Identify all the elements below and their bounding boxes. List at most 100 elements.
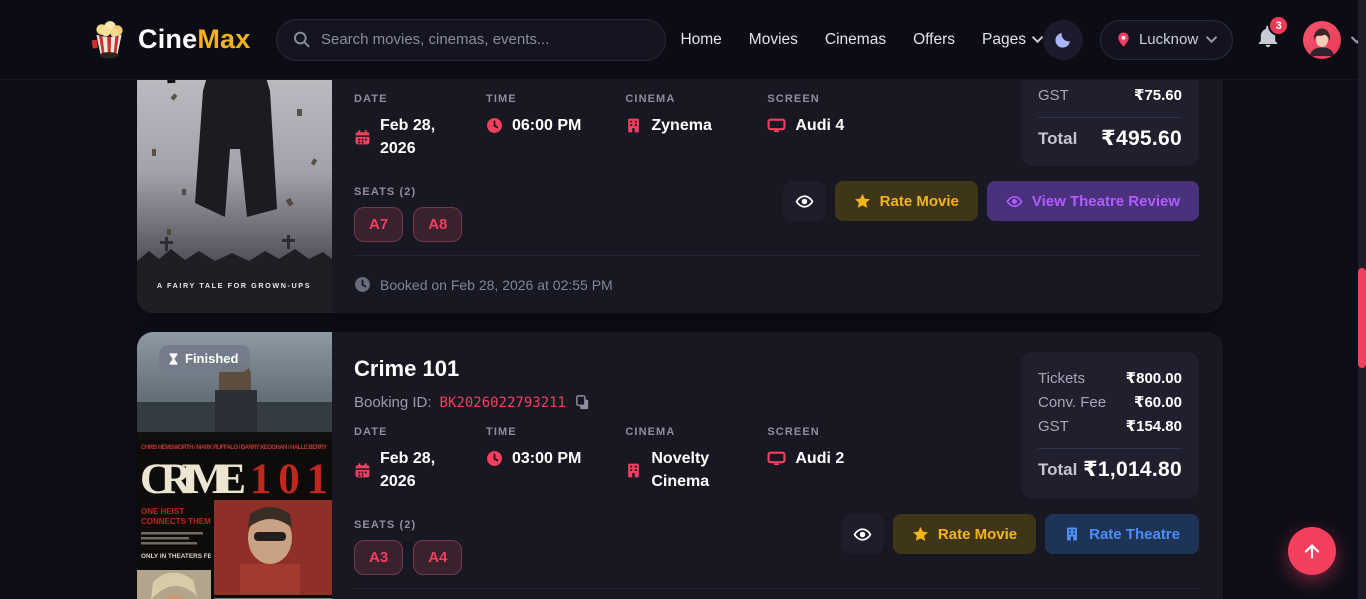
- price-row-gst: GST ₹75.60: [1038, 84, 1182, 108]
- cinema-building-icon: [625, 462, 642, 479]
- total-label: Total: [1038, 460, 1077, 480]
- cinema-label: CINEMA: [625, 426, 723, 438]
- time-value: 03:00 PM: [512, 447, 581, 470]
- arrow-up-icon: [1301, 540, 1323, 562]
- total-label: Total: [1038, 129, 1077, 149]
- booking-id-label: Booking ID:: [354, 394, 432, 411]
- calendar-icon: [354, 462, 371, 479]
- calendar-icon: [354, 129, 371, 146]
- date-value: Feb 28, 2026: [380, 447, 442, 493]
- screen-label: SCREEN: [767, 426, 844, 438]
- clock-icon: [354, 276, 371, 293]
- booked-note-row: Booked on Feb 28, 2026 at 02:55 PM: [354, 255, 1199, 313]
- user-menu[interactable]: [1303, 21, 1363, 59]
- status-badge-label: Finished: [185, 351, 238, 366]
- seat-chip: A3: [354, 540, 403, 575]
- navbar-right: Lucknow 3: [1043, 20, 1363, 60]
- nav-link-offers[interactable]: Offers: [913, 31, 955, 49]
- nav-link-pages[interactable]: Pages: [982, 31, 1043, 49]
- info-cinema: CINEMA Novelty Cinema: [625, 426, 723, 493]
- rate-movie-label: Rate Movie: [938, 526, 1017, 543]
- poster-tagline-text: A FAIRY TALE FOR GROWN-UPS: [157, 281, 311, 290]
- price-label: GST: [1038, 415, 1069, 439]
- notification-count-badge: 3: [1268, 15, 1289, 36]
- moon-icon: [1053, 30, 1073, 50]
- price-value: ₹75.60: [1134, 84, 1182, 108]
- chevron-down-icon: [1206, 36, 1217, 43]
- show-info-row: DATE Feb 28, 2026 TIME 03:00 PM CINEMA: [354, 426, 844, 493]
- nav-link-cinemas[interactable]: Cinemas: [825, 31, 886, 49]
- booked-note-row: [354, 588, 1199, 599]
- price-label: Conv. Fee: [1038, 391, 1106, 415]
- screen-value: Audi 4: [795, 114, 844, 137]
- page-scrollbar-track[interactable]: [1358, 0, 1366, 599]
- poster-artwork-crime-101: CHRIS HEMSWORTH / MARK RUFFALO / BARRY K…: [137, 332, 332, 599]
- cinema-value: Novelty Cinema: [651, 447, 723, 493]
- price-label: Tickets: [1038, 367, 1085, 391]
- seat-chip: A4: [413, 540, 462, 575]
- nav-link-home[interactable]: Home: [680, 31, 721, 49]
- card-actions: Rate Movie Rate Theatre: [841, 514, 1199, 554]
- screen-label: SCREEN: [767, 93, 844, 105]
- poster-actors-text: CHRIS HEMSWORTH / MARK RUFFALO / BARRY K…: [141, 445, 327, 451]
- brand-logo[interactable]: CineMax: [88, 19, 250, 61]
- seats-label: SEATS (2): [354, 186, 462, 198]
- status-badge: Finished: [159, 345, 250, 372]
- poster-title-main: CRIME: [140, 456, 246, 503]
- price-divider: [1038, 117, 1182, 118]
- info-cinema: CINEMA Zynema: [625, 93, 723, 160]
- total-value: ₹495.60: [1101, 126, 1182, 151]
- brand-name-secondary: Max: [197, 24, 250, 54]
- scroll-to-top-button[interactable]: [1288, 527, 1336, 575]
- total-row: Total ₹495.60: [1038, 126, 1182, 151]
- rate-movie-button[interactable]: Rate Movie: [893, 514, 1036, 554]
- seats-block: SEATS (2) A3 A4: [354, 514, 462, 575]
- movie-poster-2[interactable]: CHRIS HEMSWORTH / MARK RUFFALO / BARRY K…: [137, 332, 332, 599]
- seats-label: SEATS (2): [354, 519, 462, 531]
- seats-block: SEATS (2) A7 A8: [354, 181, 462, 242]
- rate-theatre-button[interactable]: Rate Theatre: [1045, 514, 1199, 554]
- search-input[interactable]: [321, 31, 649, 48]
- price-summary-box: Tickets ₹800.00 Conv. Fee ₹60.00 GST ₹15…: [1021, 352, 1199, 499]
- location-pin-icon: [1116, 31, 1131, 48]
- seat-chip: A7: [354, 207, 403, 242]
- hourglass-icon: [168, 352, 179, 366]
- price-row-gst: GST ₹154.80: [1038, 415, 1182, 439]
- time-label: TIME: [486, 426, 581, 438]
- theme-toggle-button[interactable]: [1043, 20, 1083, 60]
- search-bar: [276, 19, 666, 61]
- price-label: GST: [1038, 84, 1069, 108]
- rate-movie-button[interactable]: Rate Movie: [835, 181, 978, 221]
- time-label: TIME: [486, 93, 581, 105]
- date-label: DATE: [354, 426, 442, 438]
- popcorn-icon: [88, 19, 130, 61]
- copy-booking-id-button[interactable]: [574, 394, 591, 411]
- location-label: Lucknow: [1139, 31, 1198, 48]
- view-details-button[interactable]: [841, 514, 884, 554]
- view-details-button[interactable]: [783, 181, 826, 221]
- notifications-button[interactable]: 3: [1256, 25, 1280, 54]
- bookings-list: A FAIRY TALE FOR GROWN-UPS DATE Feb 28, …: [137, 0, 1223, 599]
- view-theatre-review-button[interactable]: View Theatre Review: [987, 181, 1199, 221]
- chevron-down-icon: [1032, 36, 1043, 43]
- info-time: TIME 06:00 PM: [486, 93, 581, 160]
- star-icon: [854, 193, 871, 210]
- theatre-building-icon: [1064, 526, 1080, 542]
- screen-icon: [767, 450, 786, 467]
- rate-theatre-label: Rate Theatre: [1089, 526, 1180, 543]
- info-screen: SCREEN Audi 2: [767, 426, 844, 493]
- info-date: DATE Feb 28, 2026: [354, 93, 442, 160]
- rate-movie-label: Rate Movie: [880, 193, 959, 210]
- copy-icon: [574, 394, 591, 411]
- nav-link-movies[interactable]: Movies: [749, 31, 798, 49]
- seats-actions-row: SEATS (2) A7 A8 Rate Movie: [354, 181, 1199, 242]
- page-scrollbar-thumb[interactable]: [1358, 268, 1366, 368]
- card-actions: Rate Movie View Theatre Review: [783, 181, 1199, 221]
- price-row-conv-fee: Conv. Fee ₹60.00: [1038, 391, 1182, 415]
- poster-title-number: 101: [250, 456, 328, 503]
- nav-link-pages-label: Pages: [982, 31, 1026, 49]
- brand-name-primary: Cine: [138, 24, 197, 54]
- booking-id-row: Booking ID: BK2026022793211: [354, 394, 591, 411]
- location-selector[interactable]: Lucknow: [1100, 20, 1233, 60]
- price-value: ₹800.00: [1126, 367, 1182, 391]
